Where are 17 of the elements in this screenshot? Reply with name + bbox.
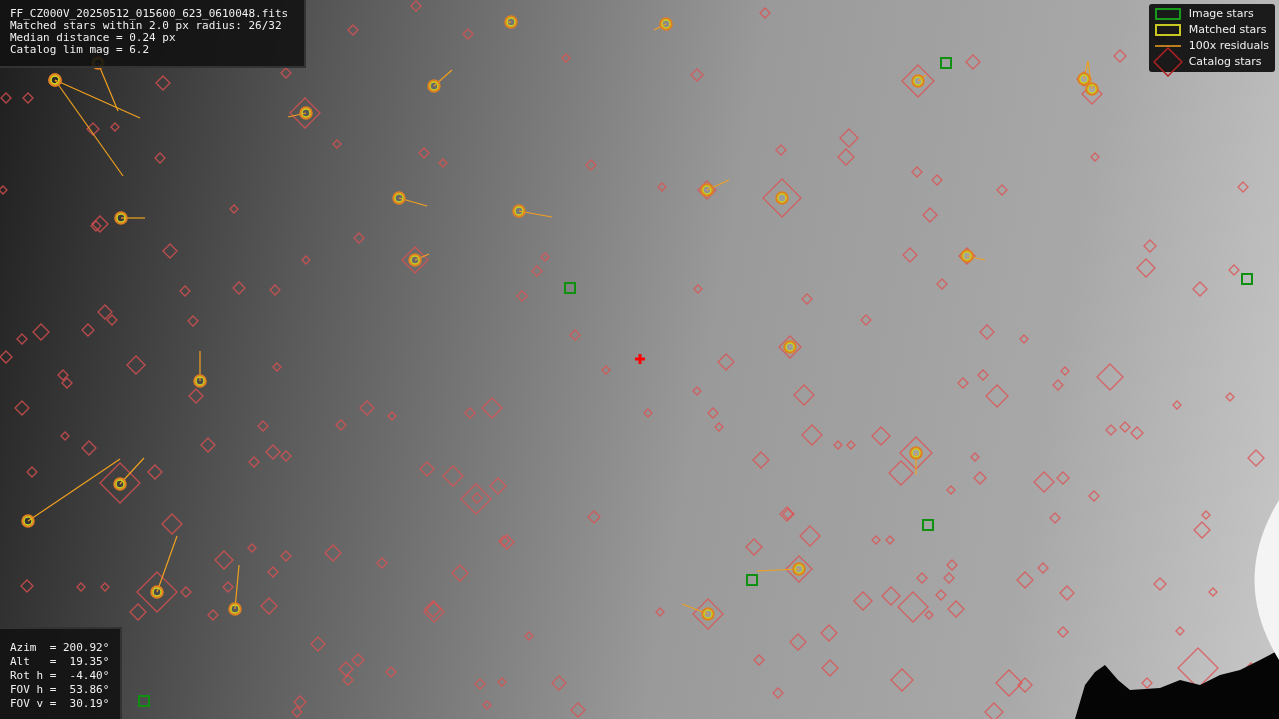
pointing-text: Rot h = -4.40° bbox=[10, 669, 110, 683]
pointing-text: FOV h = 53.86° bbox=[10, 683, 110, 697]
rectangle-icon bbox=[1154, 8, 1181, 20]
info-text: Matched stars within 2.0 px radius: 26/32 bbox=[10, 20, 282, 32]
line-icon bbox=[1154, 44, 1181, 48]
legend-label: Image stars bbox=[1188, 5, 1254, 22]
info-text: FF_CZ000V_20250512_015600_623_0610048.fits bbox=[10, 8, 290, 20]
legend-label: Matched stars bbox=[1188, 21, 1267, 38]
pointing-text: Alt = 19.35° bbox=[10, 655, 110, 669]
pointing-text: FOV v = 30.19° bbox=[10, 697, 110, 711]
rectangle-icon bbox=[1154, 24, 1181, 36]
legend-label: 100x residuals bbox=[1188, 37, 1269, 54]
pointing-text: Azim = 200.92° bbox=[10, 641, 110, 655]
info-text: Catalog lim mag = 6.2 bbox=[10, 44, 151, 56]
legend-label: Catalog stars bbox=[1188, 53, 1262, 70]
diamond-icon bbox=[1152, 47, 1183, 77]
info-text: Median distance = 0.24 px bbox=[10, 32, 177, 44]
